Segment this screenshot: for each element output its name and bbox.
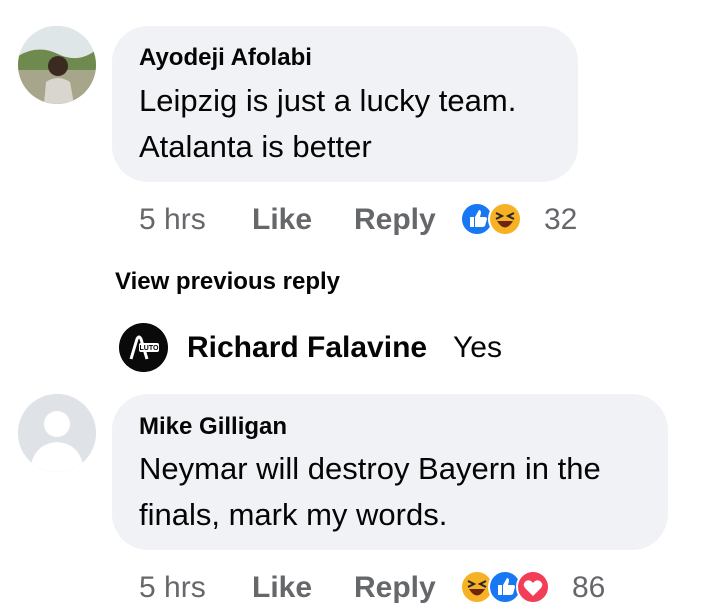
reaction-count: 32 [544, 203, 578, 236]
comment-text-line: finals, mark my words. [139, 497, 448, 532]
like-button[interactable]: Like [252, 203, 312, 237]
reply-author[interactable]: Richard Falavine [187, 331, 427, 365]
svg-text:LUTO: LUTO [140, 345, 159, 352]
view-previous-reply-link[interactable]: View previous reply [115, 268, 340, 296]
comment-text-line: Neymar will destroy Bayern in the [139, 451, 601, 486]
like-button[interactable]: Like [252, 571, 312, 605]
reactions-summary[interactable]: 86 [460, 570, 620, 604]
comment-time[interactable]: 5 hrs [139, 203, 206, 237]
reply-button[interactable]: Reply [354, 571, 436, 605]
avatar-richard[interactable]: LUTO [119, 323, 168, 372]
comment-text-line: Leipzig is just a lucky team. [139, 83, 517, 118]
reply-text: Yes [453, 331, 502, 364]
haha-icon [488, 202, 522, 236]
avatar-mike[interactable] [18, 394, 96, 472]
comment-text-line: Atalanta is better [139, 129, 372, 164]
avatar-ayodeji[interactable] [18, 26, 96, 104]
reply-button[interactable]: Reply [354, 203, 436, 237]
comment-time[interactable]: 5 hrs [139, 571, 206, 605]
default-avatar-icon [18, 394, 96, 472]
comment-author[interactable]: Mike Gilligan [139, 413, 287, 441]
reactions-summary[interactable]: 32 [460, 202, 580, 238]
comment-author[interactable]: Ayodeji Afolabi [139, 44, 312, 72]
reaction-count: 86 [572, 571, 606, 604]
avatar-photo [18, 26, 96, 104]
luto-logo: LUTO [119, 323, 168, 372]
love-icon [516, 570, 550, 604]
